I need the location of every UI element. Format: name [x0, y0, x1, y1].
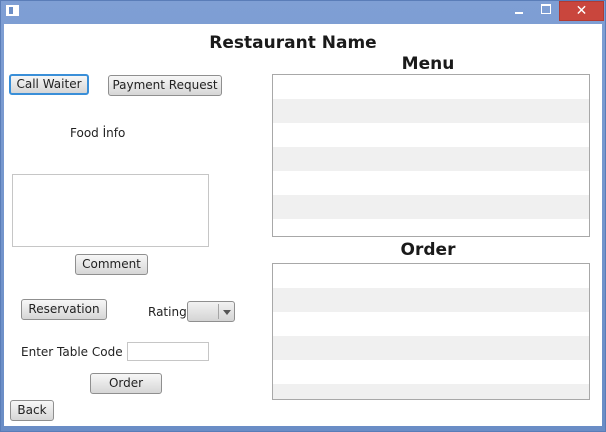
table-code-input[interactable]: [127, 342, 209, 361]
list-item[interactable]: [273, 219, 589, 236]
page-title: Restaurant Name: [209, 33, 377, 53]
list-item[interactable]: [273, 360, 589, 384]
rating-label: Rating: [148, 305, 187, 319]
order-list[interactable]: [272, 263, 590, 400]
dropdown-separator: [218, 304, 219, 319]
comment-button[interactable]: Comment: [75, 254, 148, 275]
list-item[interactable]: [273, 264, 589, 288]
order-title: Order: [400, 240, 456, 260]
list-item[interactable]: [273, 99, 589, 123]
client-area: Restaurant Name Call Waiter Payment Requ…: [4, 24, 602, 426]
list-item[interactable]: [273, 123, 589, 147]
food-info-label: Food İnfo: [70, 126, 126, 140]
order-button[interactable]: Order: [90, 373, 162, 394]
enter-table-code-label: Enter Table Code: [21, 345, 123, 359]
list-item[interactable]: [273, 384, 589, 399]
menu-title: Menu: [401, 54, 455, 74]
comment-textarea[interactable]: [12, 174, 209, 247]
app-window-icon: [6, 5, 19, 16]
list-item[interactable]: [273, 336, 589, 360]
maximize-button[interactable]: [534, 1, 558, 21]
list-item[interactable]: [273, 195, 589, 219]
minimize-button[interactable]: [507, 1, 531, 21]
menu-list[interactable]: [272, 74, 590, 237]
app-window: ✕ Restaurant Name Call Waiter Payment Re…: [0, 0, 606, 432]
list-item[interactable]: [273, 171, 589, 195]
reservation-button[interactable]: Reservation: [21, 299, 107, 320]
list-item[interactable]: [273, 288, 589, 312]
title-bar[interactable]: ✕: [1, 1, 605, 23]
payment-request-button[interactable]: Payment Request: [108, 75, 222, 96]
list-item[interactable]: [273, 75, 589, 99]
back-button[interactable]: Back: [10, 400, 54, 421]
rating-dropdown[interactable]: [187, 301, 235, 322]
call-waiter-button[interactable]: Call Waiter: [9, 74, 89, 95]
list-item[interactable]: [273, 147, 589, 171]
close-icon: ✕: [575, 3, 588, 19]
close-button[interactable]: ✕: [559, 1, 604, 21]
list-item[interactable]: [273, 312, 589, 336]
chevron-down-icon[interactable]: [223, 310, 231, 315]
